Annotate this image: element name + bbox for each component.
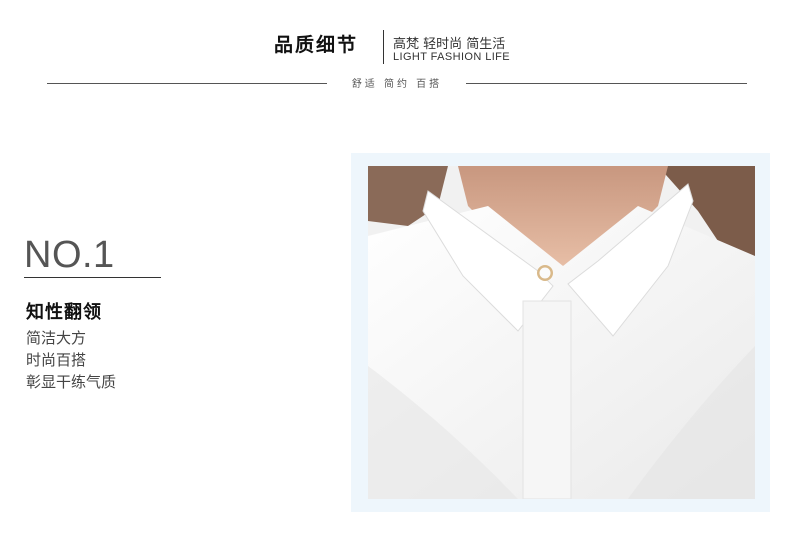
collar-photo xyxy=(368,166,755,499)
header-tagline-en: LIGHT FASHION LIFE xyxy=(393,51,511,63)
rule-right xyxy=(466,83,747,84)
header-divider xyxy=(383,30,384,64)
header-subtitle: 舒适 简约 百搭 xyxy=(351,79,443,90)
feature-line: 时尚百搭 xyxy=(26,351,87,369)
feature-underline xyxy=(24,277,161,278)
feature-line: 彰显干练气质 xyxy=(26,373,117,391)
rule-left xyxy=(47,83,327,84)
feature-description: 简洁大方 时尚百搭 彰显干练气质 xyxy=(26,327,116,393)
collar-illustration xyxy=(368,166,755,499)
feature-number: NO.1 xyxy=(24,234,115,276)
feature-title: 知性翻领 xyxy=(26,302,102,323)
header-tagline-cn: 高梵 轻时尚 简生活 xyxy=(393,37,506,52)
placket xyxy=(522,300,572,499)
header-title: 品质细节 xyxy=(274,34,359,56)
button-center xyxy=(539,267,551,279)
feature-line: 简洁大方 xyxy=(26,329,87,347)
